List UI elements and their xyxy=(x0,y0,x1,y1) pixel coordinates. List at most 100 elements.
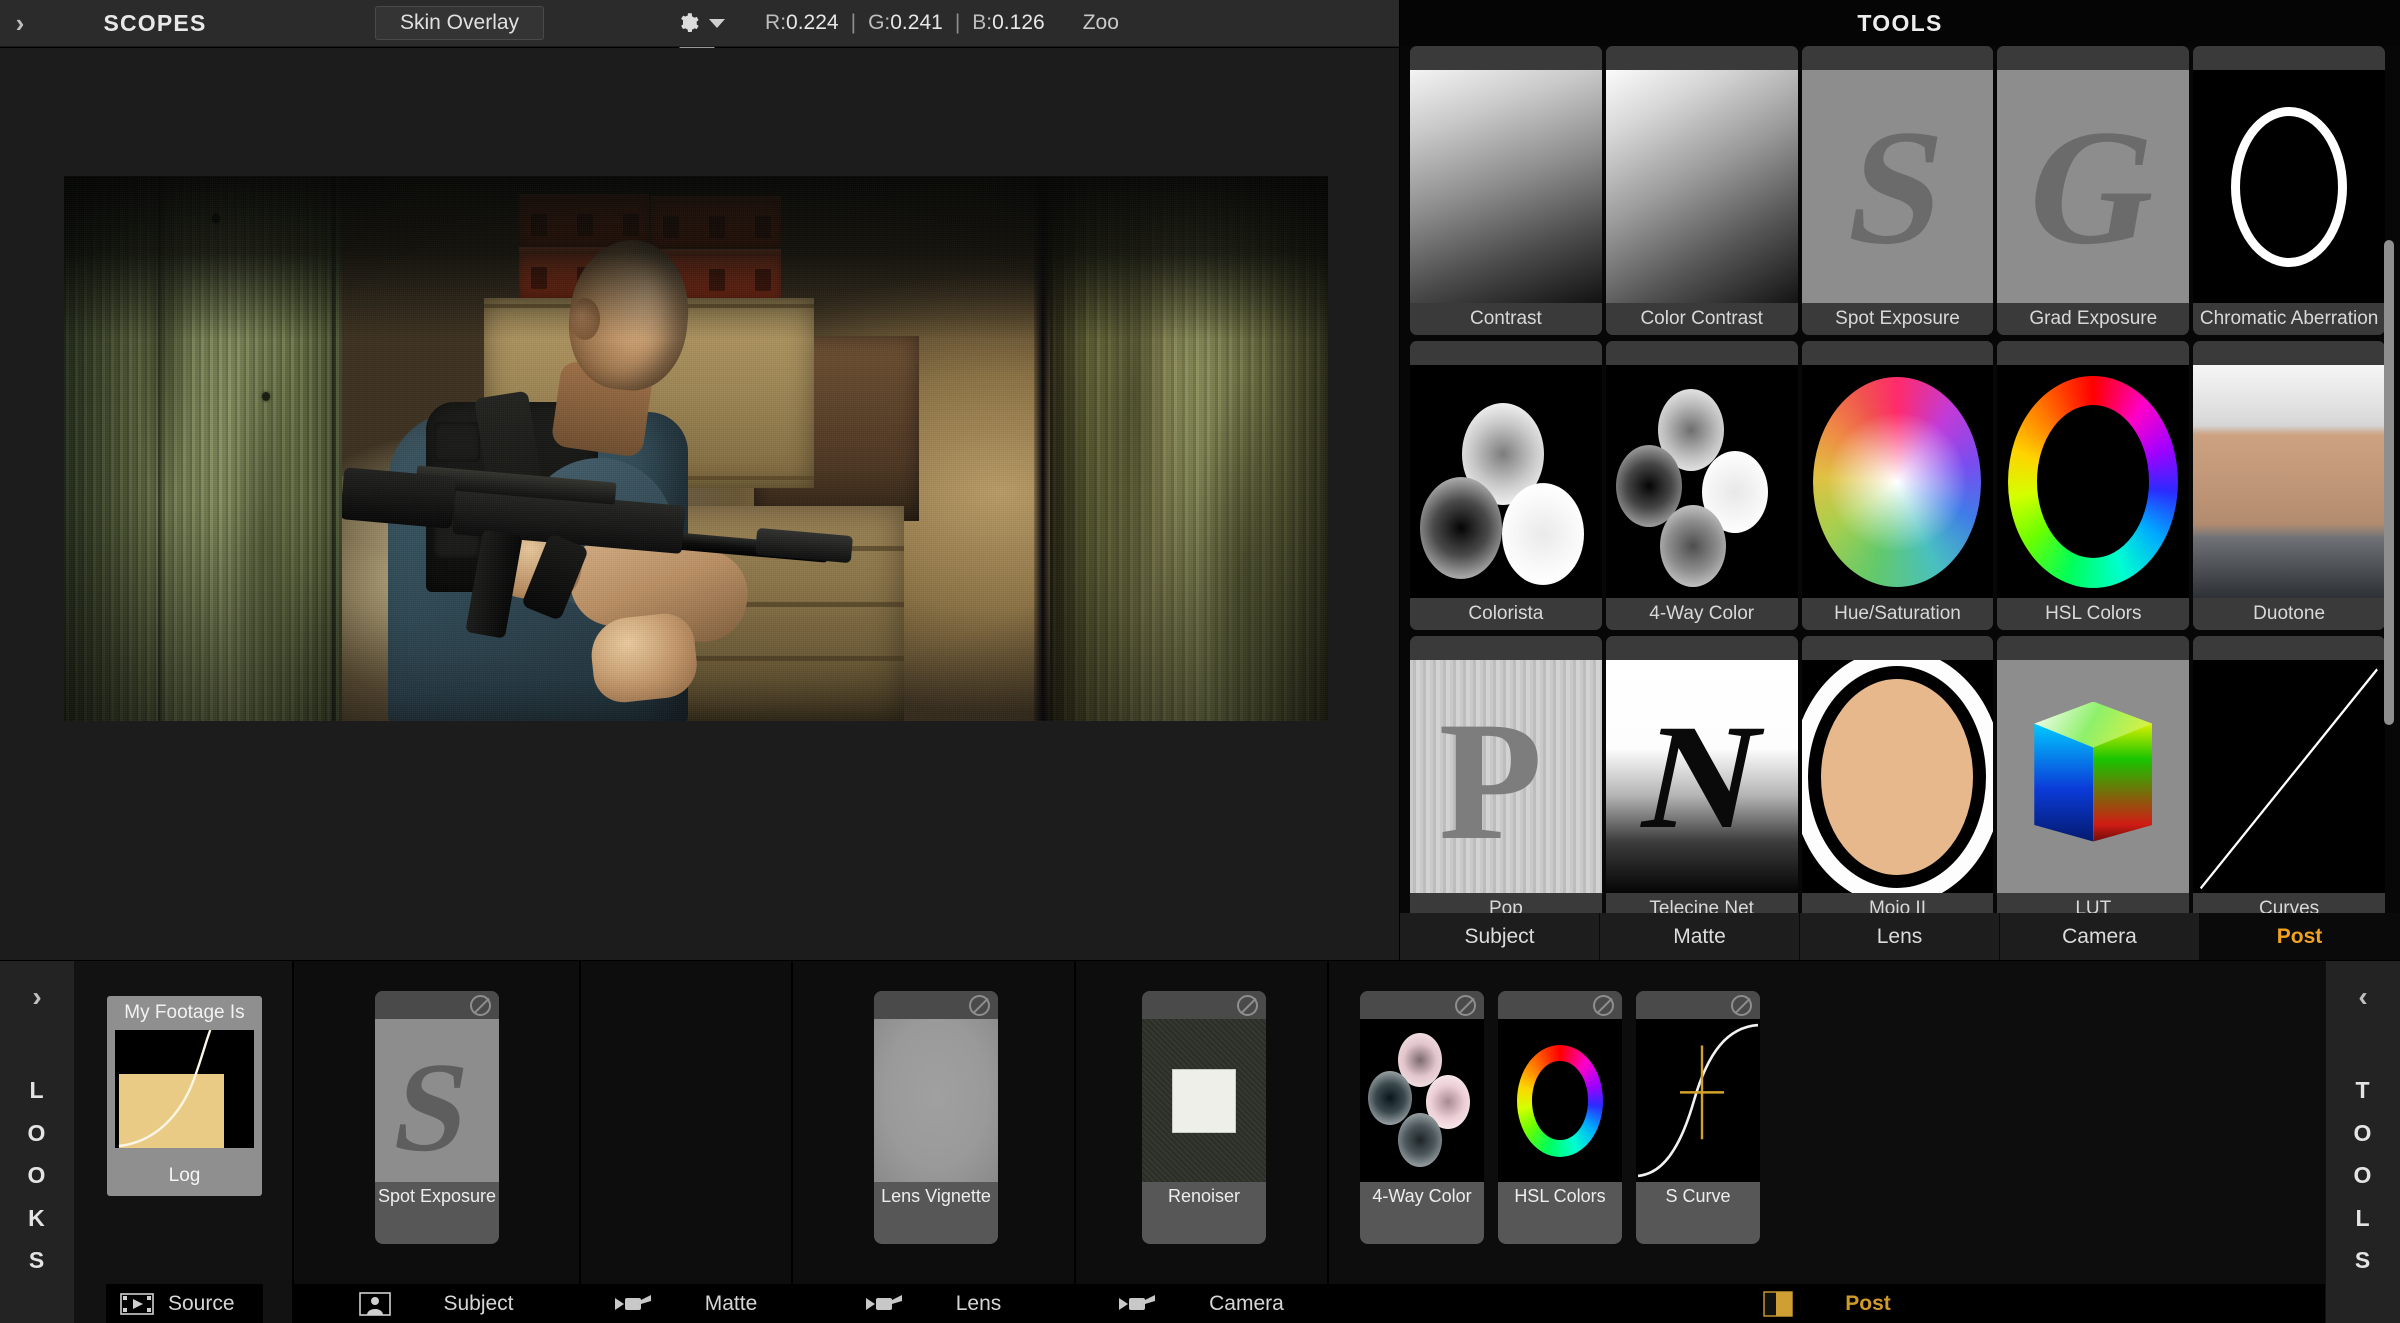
hue-saturation-wheel-icon xyxy=(1801,365,1994,598)
scope-settings-button[interactable] xyxy=(674,10,726,36)
bottom-section-footer-camera[interactable]: Camera xyxy=(1076,1284,1327,1323)
bottom-section-footer-post[interactable]: Post xyxy=(1329,1284,2325,1323)
noise-patch-swatch-icon xyxy=(1142,1019,1266,1182)
matte-empty-slot[interactable] xyxy=(581,961,791,1284)
tool-card-hsl-colors[interactable]: HSL Colors xyxy=(1997,341,2190,630)
tab-lens[interactable]: Lens xyxy=(1800,913,2000,960)
viewer-area: NOV xyxy=(0,48,1399,960)
bottom-section-footer-matte[interactable]: Matte xyxy=(581,1284,791,1323)
effect-card-label: Spot Exposure xyxy=(377,1185,497,1206)
effect-card-label: HSL Colors xyxy=(1514,1185,1606,1206)
look-card-my-footage-is[interactable]: My Footage Is Log xyxy=(107,996,262,1196)
no-entry-icon[interactable] xyxy=(969,995,990,1016)
rgb-readout: R: 0.224 | G: 0.241 | B: 0.126 Zoo xyxy=(765,11,1119,35)
effect-card-s-curve[interactable]: S Curve xyxy=(1636,991,1760,1244)
readout-sep-1: | xyxy=(850,11,857,34)
rgb-color-cube-icon xyxy=(1997,660,2190,893)
tool-card-telecine-net[interactable]: N Telecine Net xyxy=(1605,636,1798,925)
readout-g-label: G: xyxy=(868,11,891,34)
hsl-color-ring-icon xyxy=(1498,1019,1622,1182)
effect-card-label: Lens Vignette xyxy=(881,1185,991,1206)
tools-panel: TOOLS Contrast Color Contrast S Spot Exp… xyxy=(1399,0,2400,960)
bottom-section-footer-lens[interactable]: Lens xyxy=(793,1284,1074,1323)
bottom-section-subject: S Spot Exposure Subject xyxy=(294,961,581,1323)
effect-card-4-way-color[interactable]: 4-Way Color xyxy=(1360,991,1484,1244)
scopes-collapse-chevron-right-icon[interactable]: › xyxy=(0,0,40,47)
video-preview[interactable]: NOV xyxy=(64,176,1328,721)
s-curve-graph-icon xyxy=(1636,1019,1760,1182)
tool-card-label: Contrast xyxy=(1410,303,1602,335)
effect-card-renoiser[interactable]: Renoiser xyxy=(1142,991,1266,1244)
bottom-section-label: Lens xyxy=(955,1292,1002,1315)
scopes-panel-title: SCOPES xyxy=(103,9,207,36)
duotone-gradient-swatch-icon xyxy=(2193,365,2385,598)
tool-card-chromatic-aberration[interactable]: Chromatic Aberration xyxy=(2193,46,2385,335)
no-entry-icon[interactable] xyxy=(1237,995,1258,1016)
tool-card-curves[interactable]: Curves xyxy=(2193,636,2385,925)
no-entry-icon[interactable] xyxy=(1593,995,1614,1016)
tool-card-colorista[interactable]: Colorista xyxy=(1410,341,1602,630)
tools-panel-scrollbar[interactable] xyxy=(2384,240,2394,725)
effect-card-hsl-colors[interactable]: HSL Colors xyxy=(1498,991,1622,1244)
readout-sep-2: | xyxy=(954,11,961,34)
effect-card-spot-exposure[interactable]: S Spot Exposure xyxy=(375,991,499,1244)
looks-expand-chevron-right-icon[interactable]: › xyxy=(32,981,41,1013)
looks-column: My Footage Is Log Source xyxy=(75,961,294,1323)
scopes-toolbar: › SCOPES Skin Overlay R: 0.224 | G: 0.24… xyxy=(0,0,1399,47)
four-color-blobs-icon xyxy=(1360,1019,1484,1182)
letter-s-glyph-icon: S xyxy=(1801,70,1994,303)
tools-rail[interactable]: ‹ TOOLS xyxy=(2325,961,2400,1323)
effect-card-lens-vignette[interactable]: Lens Vignette xyxy=(874,991,998,1244)
tool-card-contrast[interactable]: Contrast xyxy=(1410,46,1602,335)
bottom-section-label: Subject xyxy=(443,1292,514,1315)
three-color-blobs-icon xyxy=(1410,365,1602,598)
tool-card-spot-exposure[interactable]: S Spot Exposure xyxy=(1801,46,1994,335)
no-entry-icon[interactable] xyxy=(1455,995,1476,1016)
color-grading-app: › SCOPES Skin Overlay R: 0.224 | G: 0.24… xyxy=(0,0,2400,1323)
no-entry-icon[interactable] xyxy=(1731,995,1752,1016)
tool-card-label: Duotone xyxy=(2193,598,2385,630)
looks-rail[interactable]: › LOOKS xyxy=(0,961,75,1323)
tools-panel-title: TOOLS xyxy=(1400,0,2400,46)
person-icon xyxy=(359,1292,392,1316)
looks-source-label: Source xyxy=(168,1292,235,1315)
looks-source-footer[interactable]: Source xyxy=(106,1284,263,1323)
tool-card-label: Colorista xyxy=(1410,598,1602,630)
letter-s-glyph-icon: S xyxy=(375,1019,499,1182)
skin-overlay-button[interactable]: Skin Overlay xyxy=(375,6,545,40)
effect-card-label: Renoiser xyxy=(1167,1185,1241,1206)
bottom-bar: › LOOKS My Footage Is Log Source S Spot … xyxy=(0,960,2400,1323)
tab-post[interactable]: Post xyxy=(2200,913,2400,960)
tool-card-4-way-color[interactable]: 4-Way Color xyxy=(1605,341,1798,630)
tab-matte[interactable]: Matte xyxy=(1600,913,1800,960)
tab-subject[interactable]: Subject xyxy=(1400,913,1600,960)
tool-card-lut[interactable]: LUT xyxy=(1997,636,2190,925)
tools-collapse-chevron-left-icon[interactable]: ‹ xyxy=(2358,981,2367,1013)
tool-card-duotone[interactable]: Duotone xyxy=(2193,341,2385,630)
bottom-section-matte: Matte xyxy=(581,961,793,1323)
tool-card-label: Hue/Saturation xyxy=(1801,598,1994,630)
tool-card-pop[interactable]: P Pop xyxy=(1410,636,1602,925)
tool-card-label: Grad Exposure xyxy=(1997,303,2190,335)
letter-o-glyph-icon xyxy=(1801,660,1994,893)
grayscale-gradient-swatch-icon xyxy=(1410,70,1602,303)
tool-card-label: 4-Way Color xyxy=(1605,598,1798,630)
tool-card-mojo-ii[interactable]: Mojo II xyxy=(1801,636,1994,925)
gear-icon xyxy=(674,10,700,36)
bottom-section-post: 4-Way Color HSL Colors S Curve Post xyxy=(1329,961,2325,1323)
effect-card-label: 4-Way Color xyxy=(1372,1185,1472,1206)
readout-r-value: 0.224 xyxy=(786,11,839,34)
tool-card-color-contrast[interactable]: Color Contrast xyxy=(1605,46,1798,335)
readout-b-label: B: xyxy=(972,11,993,34)
tab-camera[interactable]: Camera xyxy=(2000,913,2200,960)
bottom-section-footer-subject[interactable]: Subject xyxy=(294,1284,579,1323)
tool-card-hue-saturation[interactable]: Hue/Saturation xyxy=(1801,341,1994,630)
look-card-title: My Footage Is xyxy=(124,1002,245,1023)
no-entry-icon[interactable] xyxy=(470,995,491,1016)
tool-card-grad-exposure[interactable]: G Grad Exposure xyxy=(1997,46,2190,335)
tool-card-label: Spot Exposure xyxy=(1801,303,1994,335)
tools-grid: Contrast Color Contrast S Spot Exposure … xyxy=(1410,46,2385,925)
look-card-value: Log xyxy=(168,1165,201,1186)
vignette-swatch-icon xyxy=(874,1019,998,1182)
bottom-section-label: Post xyxy=(1845,1292,1891,1315)
